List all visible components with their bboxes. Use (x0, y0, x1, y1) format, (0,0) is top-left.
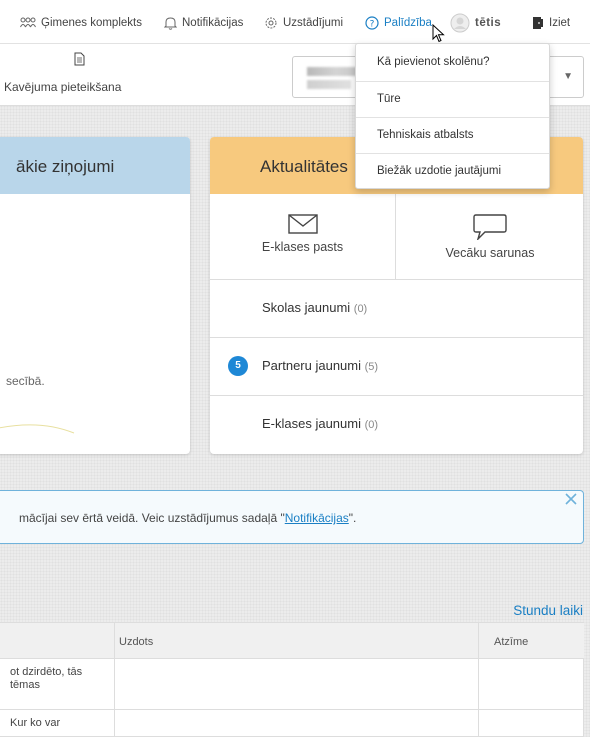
partner-news-badge: 5 (228, 356, 248, 376)
column-header-uzdots: Uzdots (119, 636, 154, 648)
messaging-row: E-klases pasts Vecāku sarunas (210, 194, 583, 280)
parent-chat-button[interactable]: Vecāku sarunas (397, 194, 583, 280)
row-divider (0, 709, 584, 710)
notifications-link[interactable]: Notifikācijas (164, 14, 243, 32)
school-news-row[interactable]: Skolas jaunumi (0) (210, 280, 583, 338)
notification-banner: mācījai sev ērtā veidā. Veic uzstādījumu… (0, 490, 584, 544)
close-icon[interactable] (565, 493, 577, 505)
table-cell-topic: Kur ko var (10, 717, 61, 729)
menu-item-add-student[interactable]: Kā pievienot skolēnu? (356, 45, 549, 81)
student-class-blurred (307, 80, 351, 89)
partner-news-label: Partneru jaunumi (262, 358, 361, 373)
question-circle-icon: ? (365, 16, 379, 30)
menu-item-tech-support[interactable]: Tehniskais atbalsts (356, 118, 549, 154)
messages-card-title: ākie ziņojumi (0, 137, 190, 194)
parent-chat-label: Vecāku sarunas (445, 246, 535, 260)
mouse-cursor-icon (432, 24, 445, 43)
menu-item-faq[interactable]: Biežāk uzdotie jautājumi (356, 154, 549, 190)
caret-down-icon: ▼ (563, 71, 573, 82)
eklase-mail-label: E-klases pasts (261, 240, 344, 254)
column-divider (478, 623, 479, 737)
schedule-table: Uzdots Atzīme ot dzirdēto, tās tēmas Kur… (0, 622, 584, 737)
document-icon (74, 52, 84, 66)
menu-item-tour[interactable]: Tūre (356, 82, 549, 118)
eklase-news-row[interactable]: E-klases jaunumi (0) (210, 396, 583, 454)
lesson-times-link[interactable]: Stundu laiki (513, 603, 583, 618)
notifications-label: Notifikācijas (182, 17, 244, 29)
column-divider (114, 623, 115, 737)
eklase-news-label: E-klases jaunumi (262, 416, 361, 431)
partner-news-count: (5) (364, 361, 379, 373)
svg-text:?: ? (370, 20, 375, 30)
banner-text-after: ". (348, 511, 357, 525)
banner-text-before: mācījai sev ērtā veidā. Veic uzstādījumu… (19, 511, 285, 525)
speech-bubble-icon (473, 214, 507, 240)
envelope-icon (287, 214, 318, 234)
column-header-atzime: Atzīme (494, 636, 529, 648)
user-name: tētis (475, 17, 502, 29)
logout-label: Iziet (549, 17, 571, 29)
messages-card: ākie ziņojumi (0, 137, 190, 454)
user-menu[interactable]: tētis (450, 13, 502, 33)
notifications-settings-link[interactable]: Notifikācijas (285, 511, 349, 525)
family-package-link[interactable]: Ģimenes komplekts (20, 14, 142, 32)
family-package-label: Ģimenes komplekts (41, 17, 142, 29)
bell-icon (164, 17, 177, 30)
school-news-count: (0) (353, 303, 368, 315)
school-news-label: Skolas jaunumi (262, 300, 351, 315)
door-icon (533, 17, 543, 29)
help-label: Palīdzība (384, 17, 432, 29)
gear-icon (265, 17, 277, 29)
help-dropdown-menu: Kā pievienot skolēnu? Tūre Tehniskais at… (355, 43, 550, 189)
help-link[interactable]: ? Palīdzība (365, 14, 432, 32)
settings-label: Uzstādījumi (283, 17, 344, 29)
late-entry-button[interactable]: Kavējuma pieteikšana (4, 52, 154, 98)
decorative-curve (0, 424, 75, 434)
late-entry-label: Kavējuma pieteikšana (4, 80, 122, 94)
avatar-icon (450, 13, 470, 33)
top-navigation-bar: Ģimenes komplekts Notifikācijas Uzstādīj… (0, 0, 590, 44)
partner-news-row[interactable]: 5 Partneru jaunumi (5) (210, 338, 583, 396)
messages-card-partial-text: secībā. (6, 374, 45, 388)
logout-link[interactable]: Iziet (532, 14, 570, 32)
eklase-news-count: (0) (364, 419, 379, 431)
table-cell-topic: ot dzirdēto, tās tēmas (10, 666, 83, 691)
settings-link[interactable]: Uzstādījumi (264, 14, 343, 32)
family-icon (20, 17, 36, 28)
eklase-mail-button[interactable]: E-klases pasts (210, 194, 396, 280)
